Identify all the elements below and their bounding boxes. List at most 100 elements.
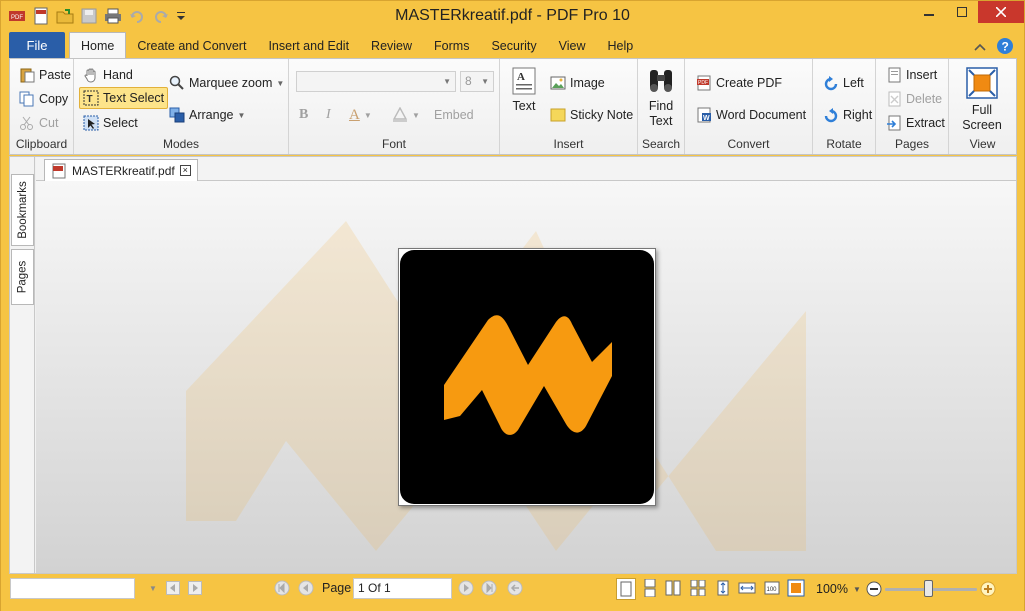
insert-text-button[interactable]: A Text — [510, 67, 538, 114]
text-select-button[interactable]: T Text Select — [79, 87, 169, 109]
delete-page-label: Delete — [906, 92, 943, 106]
full-screen-status-icon[interactable] — [787, 579, 805, 597]
tab-home[interactable]: Home — [69, 32, 127, 58]
pdf-file-icon — [51, 163, 67, 179]
insert-page-button[interactable]: Insert — [883, 64, 940, 86]
paste-button[interactable]: Paste — [16, 64, 74, 86]
tab-forms[interactable]: Forms — [423, 34, 480, 58]
extract-page-button[interactable]: Extract — [883, 112, 948, 134]
close-icon[interactable] — [978, 1, 1024, 23]
go-back-icon[interactable] — [506, 579, 524, 597]
bookmarks-tab-label: Bookmarks — [16, 181, 29, 239]
word-document-button[interactable]: W Word Document — [693, 104, 809, 126]
select-button[interactable]: Select — [80, 112, 141, 134]
rotate-right-button[interactable]: Right — [820, 104, 875, 126]
file-tab[interactable]: File — [9, 32, 65, 58]
tab-review[interactable]: Review — [360, 34, 423, 58]
font-group: ▼ 8 ▼ B I A ▼ ▼ Embed Font — [289, 59, 500, 154]
insert-page-icon — [886, 67, 902, 83]
pdf-page[interactable] — [398, 248, 656, 506]
arrange-button[interactable]: Arrange ▼ — [166, 104, 248, 126]
sticky-note-button[interactable]: Sticky Note — [547, 104, 636, 126]
ribbon: Paste Copy Cut Clipboard Hand T Text Sel… — [9, 58, 1017, 155]
font-name-combo[interactable]: ▼ — [296, 71, 456, 92]
document-tab-name: MASTERkreatif.pdf — [72, 163, 175, 178]
zoom-in-icon[interactable] — [979, 580, 997, 598]
previous-page-icon[interactable] — [297, 579, 315, 597]
marquee-zoom-button[interactable]: Marquee zoom ▼ — [166, 72, 287, 94]
bookmarks-tab[interactable]: Bookmarks — [11, 174, 34, 246]
embed-button[interactable]: Embed — [431, 104, 477, 126]
zoom-level[interactable]: 100% — [816, 582, 848, 596]
chevron-down-icon: ▼ — [412, 110, 420, 120]
insert-text-label: Text — [512, 99, 536, 113]
tab-help[interactable]: Help — [597, 34, 645, 58]
zoom-slider-handle[interactable] — [924, 580, 933, 597]
find-text-button[interactable]: Find Text — [643, 67, 679, 129]
find-text-label-2: Text — [649, 114, 673, 128]
svg-text:A: A — [517, 71, 525, 83]
convert-group: PDF Create PDF W Word Document Convert — [685, 59, 813, 154]
help-icon[interactable]: ? — [996, 37, 1014, 58]
svg-text:PDF: PDF — [698, 80, 708, 86]
collapse-ribbon-icon[interactable] — [974, 41, 986, 55]
full-screen-button[interactable]: Full Screen — [959, 67, 1005, 133]
actual-size-icon[interactable]: 100 — [763, 579, 781, 597]
last-page-icon[interactable] — [480, 579, 498, 597]
pages-tab[interactable]: Pages — [11, 249, 34, 305]
scissors-icon — [19, 115, 35, 131]
pages-tab-label: Pages — [16, 260, 29, 294]
paste-icon — [19, 67, 35, 83]
document-tab[interactable]: MASTERkreatif.pdf × — [44, 159, 198, 181]
rotate-left-button[interactable]: Left — [820, 72, 867, 94]
font-size-combo[interactable]: 8 ▼ — [460, 71, 494, 92]
continuous-facing-view-icon[interactable] — [689, 579, 707, 597]
delete-page-button[interactable]: Delete — [883, 88, 945, 110]
fit-width-icon[interactable] — [738, 579, 756, 597]
fit-page-icon[interactable] — [714, 579, 732, 597]
create-pdf-button[interactable]: PDF Create PDF — [693, 72, 785, 94]
tab-create-and-convert[interactable]: Create and Convert — [126, 34, 257, 58]
italic-button[interactable]: I — [323, 104, 334, 126]
font-color-button[interactable]: A ▼ — [346, 104, 375, 126]
minimize-icon[interactable] — [912, 1, 945, 23]
rotate-group-label: Rotate — [826, 137, 862, 151]
masterkreatif-logo — [400, 250, 654, 504]
bold-button[interactable]: B — [296, 104, 311, 126]
window-controls — [912, 1, 1024, 23]
create-pdf-label: Create PDF — [716, 76, 782, 90]
continuous-view-icon[interactable] — [641, 579, 659, 597]
first-page-icon[interactable] — [273, 579, 291, 597]
chevron-down-icon[interactable]: ▼ — [144, 579, 162, 597]
facing-view-icon[interactable] — [664, 579, 682, 597]
title-bar: PDF MASTERkreatif.pdf - PDF Pro 10 — [1, 1, 1024, 31]
work-area: Bookmarks Pages MASTERkreatif.pdf × — [9, 156, 1017, 574]
cut-button[interactable]: Cut — [16, 112, 61, 134]
svg-text:100: 100 — [767, 587, 778, 593]
hand-button[interactable]: Hand — [80, 64, 136, 86]
chevron-down-icon[interactable]: ▼ — [848, 580, 866, 598]
insert-image-button[interactable]: Image — [547, 72, 608, 94]
page-number-input[interactable]: 1 Of 1 — [353, 578, 452, 599]
previous-bookmark-icon[interactable] — [164, 579, 182, 597]
close-tab-icon[interactable]: × — [179, 165, 191, 176]
single-page-view-icon[interactable] — [616, 578, 636, 600]
svg-text:T: T — [87, 94, 93, 105]
tab-view[interactable]: View — [548, 34, 597, 58]
bookmark-search-input[interactable] — [10, 578, 135, 599]
page-number-value: 1 Of 1 — [358, 581, 391, 595]
full-screen-icon — [966, 67, 998, 103]
tab-insert-and-edit[interactable]: Insert and Edit — [257, 34, 360, 58]
copy-button[interactable]: Copy — [16, 88, 71, 110]
next-bookmark-icon[interactable] — [186, 579, 204, 597]
zoom-out-icon[interactable] — [865, 580, 883, 598]
document-canvas[interactable] — [36, 181, 1016, 573]
maximize-icon[interactable] — [945, 1, 978, 23]
tab-security[interactable]: Security — [480, 34, 547, 58]
next-page-icon[interactable] — [457, 579, 475, 597]
hand-icon — [83, 67, 99, 83]
delete-page-icon — [886, 91, 902, 107]
highlight-color-button[interactable]: ▼ — [389, 104, 423, 126]
m-logo-icon — [444, 315, 612, 435]
select-label: Select — [103, 116, 138, 130]
